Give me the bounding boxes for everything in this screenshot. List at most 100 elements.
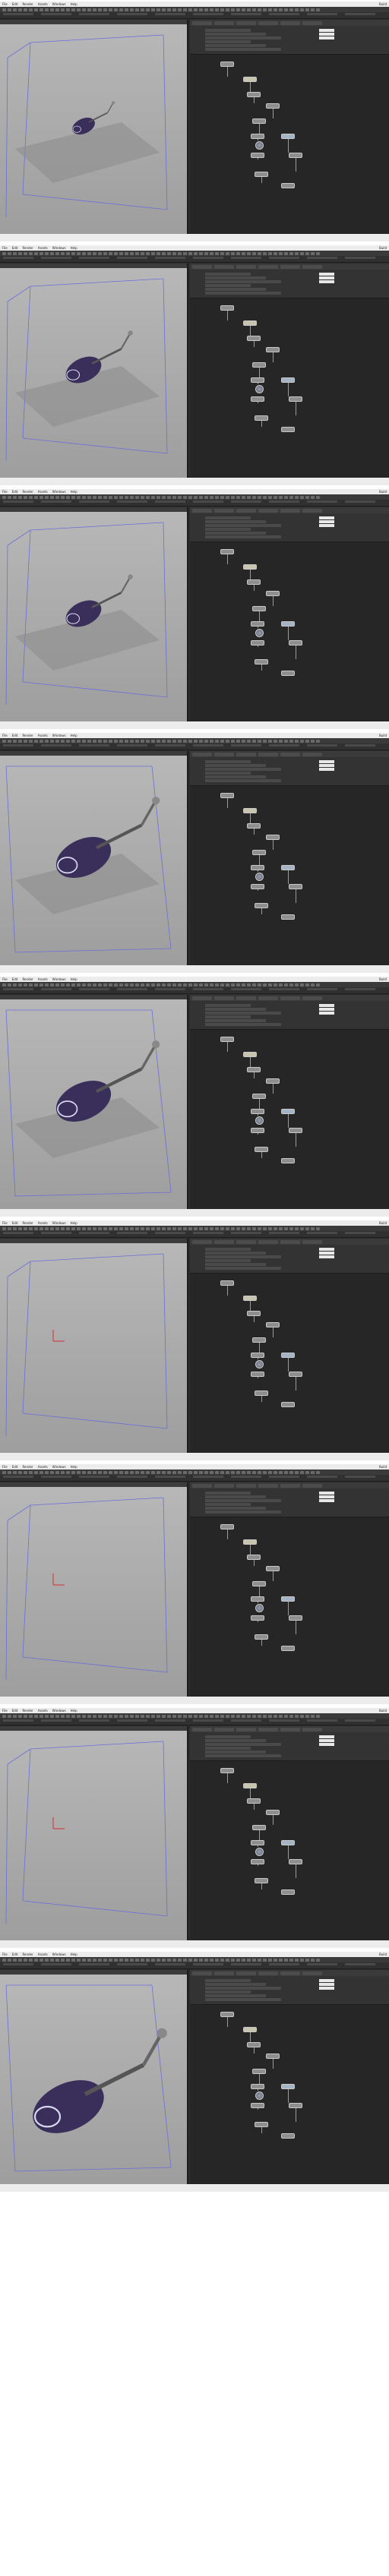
- tool-icon[interactable]: [252, 8, 256, 11]
- tool-icon[interactable]: [135, 1470, 139, 1474]
- tool-icon[interactable]: [162, 739, 166, 743]
- tool-icon[interactable]: [242, 1226, 245, 1230]
- tool-icon[interactable]: [2, 739, 6, 743]
- shelf-tab[interactable]: [155, 1232, 185, 1234]
- tool-icon[interactable]: [236, 8, 240, 11]
- shelf-tab[interactable]: [231, 744, 261, 747]
- shelf-tab[interactable]: [193, 1232, 223, 1234]
- tool-icon[interactable]: [289, 739, 293, 743]
- tool-icon[interactable]: [252, 1958, 256, 1962]
- tool-icon[interactable]: [50, 983, 54, 987]
- tool-icon[interactable]: [220, 8, 224, 11]
- tool-icon[interactable]: [114, 251, 118, 255]
- tool-icon[interactable]: [300, 1958, 304, 1962]
- tool-icon[interactable]: [236, 1470, 240, 1474]
- tool-icon[interactable]: [183, 1714, 187, 1718]
- tool-icon[interactable]: [268, 251, 272, 255]
- tool-icon[interactable]: [242, 983, 245, 987]
- shelf-tab[interactable]: [269, 13, 299, 15]
- tool-icon[interactable]: [268, 1470, 272, 1474]
- tool-icon[interactable]: [236, 983, 240, 987]
- parameter-row[interactable]: [205, 40, 251, 43]
- network-node[interactable]: [266, 591, 280, 596]
- parameter-row[interactable]: [205, 44, 266, 47]
- shelf-tab[interactable]: [41, 988, 71, 990]
- tool-icon[interactable]: [305, 983, 309, 987]
- tool-icon[interactable]: [77, 1958, 81, 1962]
- network-tab[interactable]: [258, 21, 278, 25]
- parameter-field[interactable]: [319, 524, 334, 527]
- parameter-row[interactable]: [205, 1747, 251, 1750]
- network-tab[interactable]: [214, 21, 234, 25]
- network-tab[interactable]: [302, 264, 322, 269]
- shelf-tab[interactable]: [117, 257, 147, 259]
- tool-icon[interactable]: [199, 8, 203, 11]
- tool-icon[interactable]: [24, 739, 27, 743]
- tool-icon[interactable]: [172, 1470, 176, 1474]
- parameter-row[interactable]: [205, 292, 281, 295]
- shelf-tab[interactable]: [117, 500, 147, 503]
- network-tab[interactable]: [214, 1239, 234, 1244]
- tool-icon[interactable]: [130, 1714, 134, 1718]
- tool-icon[interactable]: [194, 1226, 198, 1230]
- tool-icon[interactable]: [263, 495, 267, 499]
- shelf-tab[interactable]: [79, 1719, 109, 1722]
- tool-icon[interactable]: [157, 1714, 160, 1718]
- tool-icon[interactable]: [204, 8, 208, 11]
- tool-icon[interactable]: [135, 251, 139, 255]
- tool-icon[interactable]: [183, 251, 187, 255]
- tool-icon[interactable]: [300, 495, 304, 499]
- tool-icon[interactable]: [119, 495, 123, 499]
- tool-icon[interactable]: [188, 495, 192, 499]
- shelf-tab[interactable]: [79, 988, 109, 990]
- parameter-field[interactable]: [319, 1252, 334, 1255]
- tool-icon[interactable]: [114, 739, 118, 743]
- tool-icon[interactable]: [236, 495, 240, 499]
- tool-icon[interactable]: [130, 495, 134, 499]
- tool-icon[interactable]: [226, 1226, 229, 1230]
- tool-icon[interactable]: [289, 983, 293, 987]
- tool-icon[interactable]: [146, 251, 150, 255]
- tool-icon[interactable]: [18, 251, 22, 255]
- tool-icon[interactable]: [109, 8, 112, 11]
- parameter-row[interactable]: [205, 1015, 251, 1018]
- tool-icon[interactable]: [45, 1958, 49, 1962]
- tool-icon[interactable]: [130, 1470, 134, 1474]
- tool-icon[interactable]: [50, 1714, 54, 1718]
- network-tab[interactable]: [280, 264, 300, 269]
- scene-viewport[interactable]: [0, 751, 188, 965]
- tool-icon[interactable]: [220, 739, 224, 743]
- tool-icon[interactable]: [45, 739, 49, 743]
- network-tab[interactable]: [258, 1239, 278, 1244]
- tool-icon[interactable]: [87, 251, 91, 255]
- tool-icon[interactable]: [316, 251, 320, 255]
- tool-icon[interactable]: [305, 1958, 309, 1962]
- merge-node[interactable]: [255, 385, 264, 393]
- shelf-tab[interactable]: [3, 1476, 33, 1478]
- parameter-row[interactable]: [205, 1987, 281, 1990]
- shelf-tab[interactable]: [307, 1232, 337, 1234]
- network-node[interactable]: [281, 1402, 295, 1407]
- tool-icon[interactable]: [289, 1470, 293, 1474]
- network-node[interactable]: [251, 1128, 264, 1133]
- shelf-tab[interactable]: [117, 1719, 147, 1722]
- tool-icon[interactable]: [130, 251, 134, 255]
- tool-icon[interactable]: [167, 739, 171, 743]
- network-tab[interactable]: [236, 508, 256, 513]
- shelf-tab[interactable]: [307, 1963, 337, 1965]
- shelf-tab[interactable]: [41, 13, 71, 15]
- tool-icon[interactable]: [109, 983, 112, 987]
- network-tab[interactable]: [192, 752, 212, 756]
- desktop-label[interactable]: Build: [379, 977, 387, 981]
- tool-icon[interactable]: [71, 739, 75, 743]
- network-node[interactable]: [251, 2084, 264, 2089]
- tool-icon[interactable]: [226, 739, 229, 743]
- merge-node[interactable]: [255, 873, 264, 881]
- parameter-row[interactable]: [205, 1499, 281, 1502]
- network-tab[interactable]: [258, 1971, 278, 1975]
- menu-item-edit[interactable]: Edit: [12, 1953, 18, 1956]
- parameter-row[interactable]: [205, 760, 251, 763]
- shelf-tab[interactable]: [269, 1719, 299, 1722]
- tool-icon[interactable]: [305, 739, 309, 743]
- menu-item-file[interactable]: File: [2, 1953, 8, 1956]
